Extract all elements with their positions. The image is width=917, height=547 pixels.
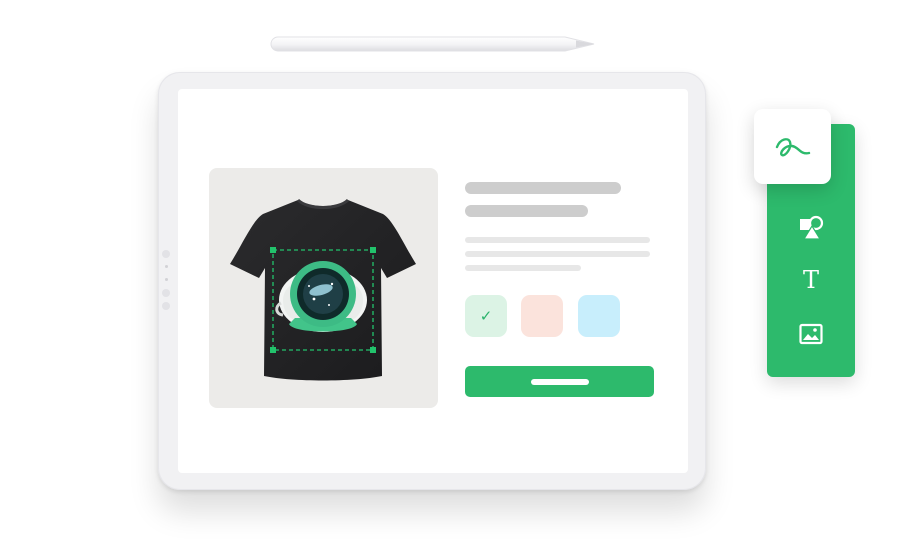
freehand-draw-icon — [775, 137, 810, 156]
title-placeholder-bar — [465, 182, 621, 194]
description-line — [465, 237, 650, 243]
color-swatch-pink[interactable] — [521, 295, 563, 337]
description-line — [465, 251, 650, 257]
sensor-dot — [165, 278, 168, 281]
tshirt-image — [230, 198, 416, 381]
tool-image[interactable] — [793, 316, 829, 352]
home-dot — [162, 250, 170, 258]
color-swatch-green[interactable]: ✓ — [465, 295, 507, 337]
color-swatch-blue[interactable] — [578, 295, 620, 337]
checkmark-icon: ✓ — [479, 307, 493, 325]
product-image[interactable] — [209, 168, 438, 408]
text-tool-icon: T — [802, 266, 819, 294]
camera-dot — [162, 302, 170, 310]
subtitle-placeholder-bar — [465, 205, 588, 217]
camera-dot — [162, 289, 170, 297]
description-line — [465, 265, 581, 271]
tool-shapes[interactable] — [793, 210, 829, 246]
shapes-icon — [800, 215, 824, 240]
tool-draw[interactable] — [754, 109, 831, 184]
tablet-screen: ✓ — [178, 89, 688, 473]
button-label-placeholder — [530, 378, 589, 385]
add-to-cart-button[interactable] — [465, 366, 654, 397]
sensor-dot — [165, 265, 168, 268]
tablet-device: ✓ — [158, 72, 706, 490]
image-icon — [799, 323, 823, 345]
stylus-pencil — [270, 36, 595, 52]
tool-text[interactable]: T — [793, 262, 829, 298]
